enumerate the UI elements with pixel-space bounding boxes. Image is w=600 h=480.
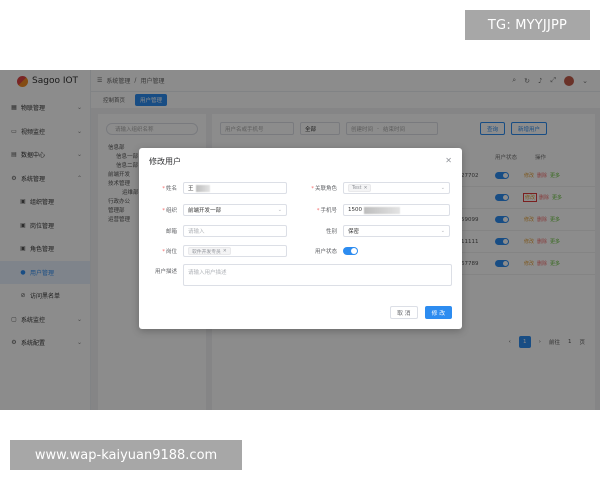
app-window: Sagoo IOT ▦ 物联管理 ⌄ ▭ 视频监控 ⌄ ▤ 数据中心 ⌄ ⚙ 系统管理 ⌃ ▣ 组… [0,70,600,410]
post-tag: 软件开发专员 ✕ [188,247,231,255]
tag-close-icon[interactable]: ✕ [363,186,367,191]
redacted-mark [195,184,210,192]
dialog-header: 修改用户 ✕ [139,148,462,174]
post-select[interactable]: 软件开发专员 ✕ [183,245,287,257]
form-row-role: *关联角色 Test ✕ ⌄ [299,182,450,194]
name-input[interactable]: 王 [183,182,287,194]
phone-input[interactable]: 1500 [343,204,450,216]
form-row-gender: 性别 保密 ⌄ [299,225,450,237]
role-tag: Test ✕ [348,184,372,192]
form-row-email: 邮箱 请输入 [139,225,287,237]
close-icon[interactable]: ✕ [445,156,452,165]
chevron-down-icon: ⌄ [440,185,445,191]
form-row-phone: *手机号 1500 [299,204,450,216]
chevron-down-icon: ⌄ [277,207,282,213]
form-row-org: *组织 前端开发一部 ⌄ [139,204,287,216]
watermark-top: TG: MYYJJPP [465,10,590,40]
tag-close-icon[interactable]: ✕ [223,249,227,254]
role-select[interactable]: Test ✕ ⌄ [343,182,450,194]
edit-user-dialog: 修改用户 ✕ *姓名 王 *关联角色 Test ✕ ⌄ *组织 前端开发一部 ⌄… [139,148,462,329]
cancel-button[interactable]: 取 消 [390,306,418,319]
dialog-footer: 取 消 修 改 [390,306,452,319]
redacted-mark [364,206,400,214]
chevron-down-icon: ⌄ [440,228,445,234]
dialog-title: 修改用户 [149,156,181,166]
form-row-status: 用户状态 [299,245,358,257]
form-row-desc: 用户描述 请输入用户描述 [139,264,452,288]
watermark-bottom: www.wap-kaiyuan9188.com [10,440,242,470]
email-input[interactable]: 请输入 [183,225,287,237]
page-root: TG: MYYJJPP Sagoo IOT ▦ 物联管理 ⌄ ▭ 视频监控 ⌄ ▤ 数据中… [0,0,600,480]
status-switch[interactable] [343,247,358,255]
form-row-name: *姓名 王 [139,182,287,194]
confirm-button[interactable]: 修 改 [424,306,452,319]
org-select[interactable]: 前端开发一部 ⌄ [183,204,287,216]
form-row-post: *岗位 软件开发专员 ✕ [139,245,287,257]
description-textarea[interactable]: 请输入用户描述 [183,264,452,286]
gender-select[interactable]: 保密 ⌄ [343,225,450,237]
